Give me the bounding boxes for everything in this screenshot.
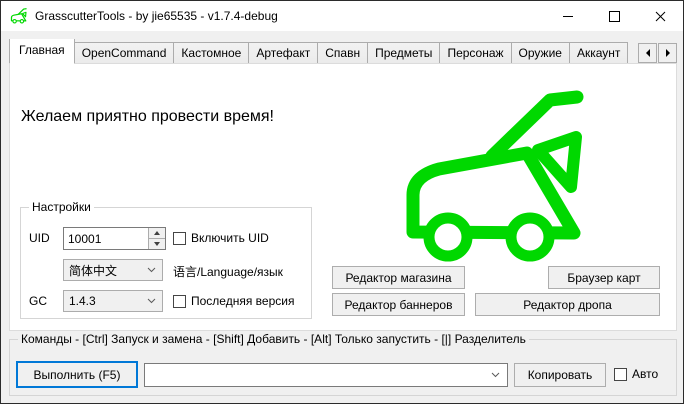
chevron-down-icon bbox=[147, 267, 156, 273]
commands-group-label: Команды - [Ctrl] Запуск и замена - [Shif… bbox=[18, 332, 529, 346]
tab-artefakt[interactable]: Артефакт bbox=[249, 42, 318, 64]
latest-version-checkbox-row[interactable]: Последняя версия bbox=[173, 294, 294, 308]
minimize-button[interactable] bbox=[545, 1, 591, 31]
shop-editor-button[interactable]: Редактор магазина bbox=[332, 266, 465, 289]
command-input[interactable] bbox=[145, 368, 491, 382]
command-combobox[interactable] bbox=[144, 363, 508, 387]
tabs-viewport: Главная OpenCommand Кастомное Артефакт С… bbox=[9, 39, 637, 64]
welcome-text: Желаем приятно провести время! bbox=[21, 108, 274, 126]
uid-label: UID bbox=[29, 231, 50, 245]
tab-oruzhie[interactable]: Оружие bbox=[512, 42, 570, 64]
caption-buttons bbox=[545, 1, 683, 31]
maximize-icon bbox=[609, 11, 620, 22]
gc-label: GC bbox=[29, 294, 47, 308]
banner-editor-button[interactable]: Редактор баннеров bbox=[332, 293, 465, 316]
tab-scroll-left-button[interactable] bbox=[638, 43, 657, 63]
app-car-icon bbox=[9, 8, 29, 24]
auto-checkbox-label: Авто bbox=[632, 367, 658, 381]
tab-scrollers bbox=[638, 43, 677, 63]
close-icon bbox=[655, 11, 666, 22]
uid-spinner bbox=[148, 228, 165, 249]
title-bar[interactable]: GrasscutterTools - by jie65535 - v1.7.4-… bbox=[1, 1, 683, 31]
commands-groupbox: Команды - [Ctrl] Запуск и замена - [Shif… bbox=[9, 339, 677, 396]
tab-akkaunt[interactable]: Аккаунт bbox=[570, 42, 628, 64]
tab-spavn[interactable]: Спавн bbox=[318, 42, 368, 64]
copy-command-button[interactable]: Копировать bbox=[514, 363, 606, 387]
enable-uid-checkbox-row[interactable]: Включить UID bbox=[173, 231, 269, 245]
map-browser-button[interactable]: Браузер карт bbox=[548, 266, 660, 289]
left-triangle-icon bbox=[646, 49, 650, 57]
minimize-icon bbox=[563, 16, 573, 17]
chevron-down-icon bbox=[147, 298, 156, 304]
gc-version-combobox-value: 1.4.3 bbox=[69, 294, 96, 308]
tab-personazh[interactable]: Персонаж bbox=[440, 42, 511, 64]
auto-checkbox[interactable] bbox=[614, 368, 627, 381]
grasscutter-car-logo bbox=[395, 88, 600, 268]
up-triangle-icon bbox=[154, 231, 160, 235]
drop-editor-button[interactable]: Редактор дропа bbox=[475, 293, 660, 316]
enable-uid-checkbox-label: Включить UID bbox=[191, 231, 269, 245]
tab-strip: Главная OpenCommand Кастомное Артефакт С… bbox=[9, 41, 677, 64]
language-hint-label: 语言/Language/язык bbox=[173, 263, 283, 280]
settings-group-label: Настройки bbox=[29, 200, 94, 214]
language-combobox[interactable]: 简体中文 bbox=[63, 259, 163, 281]
language-combobox-value: 简体中文 bbox=[69, 262, 117, 279]
auto-checkbox-row[interactable]: Авто bbox=[614, 367, 658, 381]
main-tab-page: Желаем приятно провести время! Настройки… bbox=[9, 63, 677, 331]
run-command-button[interactable]: Выполнить (F5) bbox=[16, 361, 138, 388]
close-button[interactable] bbox=[637, 1, 683, 31]
maximize-button[interactable] bbox=[591, 1, 637, 31]
down-triangle-icon bbox=[154, 242, 160, 246]
settings-groupbox: Настройки UID Включить UID 简体中文 语言/Langu… bbox=[20, 207, 312, 319]
app-window: GrasscutterTools - by jie65535 - v1.7.4-… bbox=[0, 0, 684, 404]
uid-spin-down-button[interactable] bbox=[149, 239, 165, 249]
enable-uid-checkbox[interactable] bbox=[173, 232, 186, 245]
uid-spin-up-button[interactable] bbox=[149, 228, 165, 239]
tab-predmety[interactable]: Предметы bbox=[368, 42, 440, 64]
uid-stepper bbox=[63, 227, 166, 250]
tab-glavnaya[interactable]: Главная bbox=[9, 39, 75, 64]
latest-version-checkbox-label: Последняя версия bbox=[191, 294, 294, 308]
window-title: GrasscutterTools - by jie65535 - v1.7.4-… bbox=[35, 9, 278, 23]
latest-version-checkbox[interactable] bbox=[173, 295, 186, 308]
uid-input[interactable] bbox=[64, 228, 148, 249]
tab-kastomnoe[interactable]: Кастомное bbox=[174, 42, 249, 64]
tab-scroll-right-button[interactable] bbox=[658, 43, 677, 63]
right-triangle-icon bbox=[666, 49, 670, 57]
tab-opencommand[interactable]: OpenCommand bbox=[75, 42, 175, 64]
chevron-down-icon bbox=[491, 372, 500, 378]
gc-version-combobox[interactable]: 1.4.3 bbox=[63, 290, 163, 312]
